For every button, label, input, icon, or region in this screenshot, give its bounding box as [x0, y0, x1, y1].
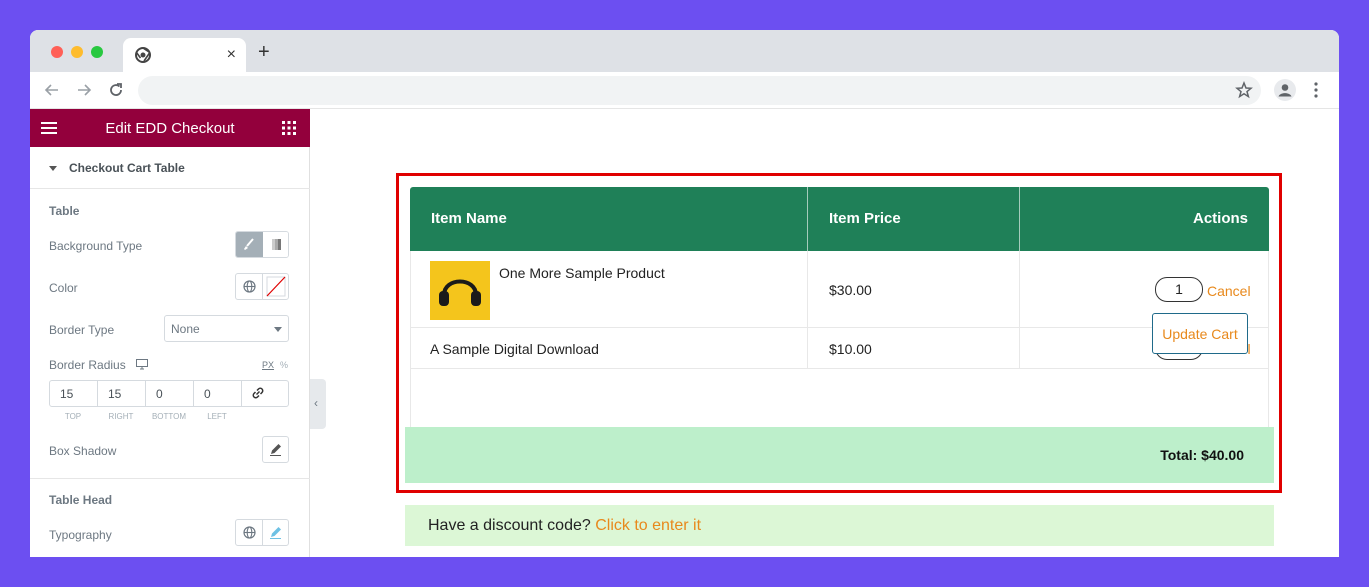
typography-edit-button[interactable]: [263, 520, 289, 545]
chrome-icon: [135, 47, 151, 63]
radius-bottom-input[interactable]: 0: [146, 381, 194, 406]
header-item-price: Item Price: [829, 210, 901, 227]
panel-header: Edit EDD Checkout: [30, 109, 310, 147]
profile-avatar-icon[interactable]: [1274, 79, 1296, 101]
radius-left-input[interactable]: 0: [194, 381, 242, 406]
bookmark-star-icon[interactable]: [1235, 81, 1253, 99]
header-divider: [807, 187, 808, 251]
link-values-icon[interactable]: [251, 386, 265, 400]
radius-top-input[interactable]: 15: [50, 381, 98, 406]
browser-window: × + Edit EDD Checkout Checkout Cart Tabl…: [30, 30, 1339, 557]
discount-banner: Have a discount code? Click to enter it: [405, 505, 1274, 546]
radius-top-caption: TOP: [64, 412, 82, 421]
background-classic-button[interactable]: [236, 232, 263, 257]
browser-menu-icon[interactable]: [1311, 81, 1321, 99]
tab-bar: × +: [30, 30, 1339, 72]
radius-right-caption: RIGHT: [108, 412, 134, 421]
globe-icon: [243, 280, 256, 293]
header-actions: Actions: [1192, 210, 1248, 227]
chevron-down-icon: [274, 327, 282, 332]
no-color-icon: [266, 276, 286, 297]
cart-total: Total: $40.00: [1160, 447, 1244, 463]
editor-panel: Edit EDD Checkout Checkout Cart Table Ta…: [30, 109, 310, 557]
update-cart-button[interactable]: Update Cart: [1152, 313, 1248, 354]
panel-divider: [30, 478, 310, 479]
browser-toolbar: [30, 72, 1339, 109]
global-typography-button[interactable]: [236, 520, 263, 545]
table-row: A Sample Digital Download $10.00 1 Cance…: [411, 328, 1268, 369]
panel-collapse-button[interactable]: ‹: [310, 379, 326, 429]
background-type-label: Background Type: [49, 239, 143, 253]
radius-bottom-caption: BOTTOM: [151, 412, 187, 421]
group-heading-table-head: Table Head: [49, 493, 113, 507]
globe-icon: [243, 526, 256, 539]
reload-icon[interactable]: [107, 81, 125, 99]
header-item-name: Item Name: [431, 210, 507, 227]
table-header: Item Name Item Price Actions: [410, 187, 1269, 251]
item-name[interactable]: One More Sample Product: [499, 265, 665, 281]
cancel-link[interactable]: Cancel: [1207, 283, 1251, 299]
discount-question: Have a discount code?: [428, 517, 591, 534]
radius-left-caption: LEFT: [207, 412, 227, 421]
caret-down-icon: [49, 166, 57, 171]
pencil-icon: [270, 444, 281, 456]
border-radius-dimensions: 15 15 0 0: [49, 380, 289, 407]
close-tab-icon[interactable]: ×: [227, 45, 236, 65]
unit-percent-toggle[interactable]: %: [280, 360, 288, 370]
product-thumbnail[interactable]: [430, 261, 490, 320]
typography-control: [235, 519, 289, 546]
forward-arrow-icon[interactable]: [75, 81, 93, 99]
headphones-image: [430, 261, 490, 320]
table-body: One More Sample Product $30.00 1 Cancel …: [410, 251, 1269, 427]
color-control: [235, 273, 289, 300]
item-price: $10.00: [829, 341, 872, 357]
back-arrow-icon[interactable]: [43, 81, 61, 99]
discount-link[interactable]: Click to enter it: [595, 517, 701, 534]
border-radius-label: Border Radius: [49, 358, 126, 372]
widgets-grid-icon[interactable]: [282, 121, 296, 135]
group-heading-table: Table: [49, 204, 80, 218]
close-window-button[interactable]: [51, 46, 63, 58]
address-bar[interactable]: [138, 76, 1261, 105]
discount-prompt: Have a discount code? Click to enter it: [428, 517, 701, 535]
border-type-value: None: [171, 322, 200, 336]
minimize-window-button[interactable]: [71, 46, 83, 58]
box-shadow-label: Box Shadow: [49, 444, 117, 458]
border-type-label: Border Type: [49, 323, 115, 337]
radius-right-input[interactable]: 15: [98, 381, 146, 406]
new-tab-button[interactable]: +: [258, 42, 270, 62]
global-color-button[interactable]: [236, 274, 263, 299]
maximize-window-button[interactable]: [91, 46, 103, 58]
section-toggle-checkout-cart-table[interactable]: Checkout Cart Table: [30, 147, 310, 189]
border-type-select[interactable]: None: [164, 315, 289, 342]
cart-total-row: Total: $40.00: [405, 427, 1274, 483]
background-gradient-button[interactable]: [263, 232, 288, 257]
box-shadow-edit-button[interactable]: [262, 436, 289, 463]
brush-icon: [244, 238, 254, 250]
gradient-icon: [272, 239, 281, 250]
table-row: One More Sample Product $30.00 1 Cancel: [411, 251, 1268, 328]
panel-title: Edit EDD Checkout: [105, 120, 235, 137]
chevron-left-icon: ‹: [314, 396, 318, 410]
header-divider: [1019, 187, 1020, 251]
color-swatch-button[interactable]: [263, 274, 289, 299]
desktop-device-icon[interactable]: [136, 359, 148, 370]
pencil-icon: [270, 527, 281, 539]
color-label: Color: [49, 281, 78, 295]
checkout-cart-table: Item Name Item Price Actions One More Sa…: [410, 187, 1269, 427]
item-name: A Sample Digital Download: [430, 341, 599, 357]
item-price: $30.00: [829, 282, 872, 298]
unit-px-toggle[interactable]: PX: [262, 360, 274, 370]
page-content: Edit EDD Checkout Checkout Cart Table Ta…: [30, 109, 1339, 557]
background-type-control: [235, 231, 289, 258]
section-title: Checkout Cart Table: [69, 161, 185, 175]
browser-tab[interactable]: ×: [123, 38, 246, 72]
typography-label: Typography: [49, 528, 112, 542]
quantity-input[interactable]: 1: [1155, 277, 1203, 302]
